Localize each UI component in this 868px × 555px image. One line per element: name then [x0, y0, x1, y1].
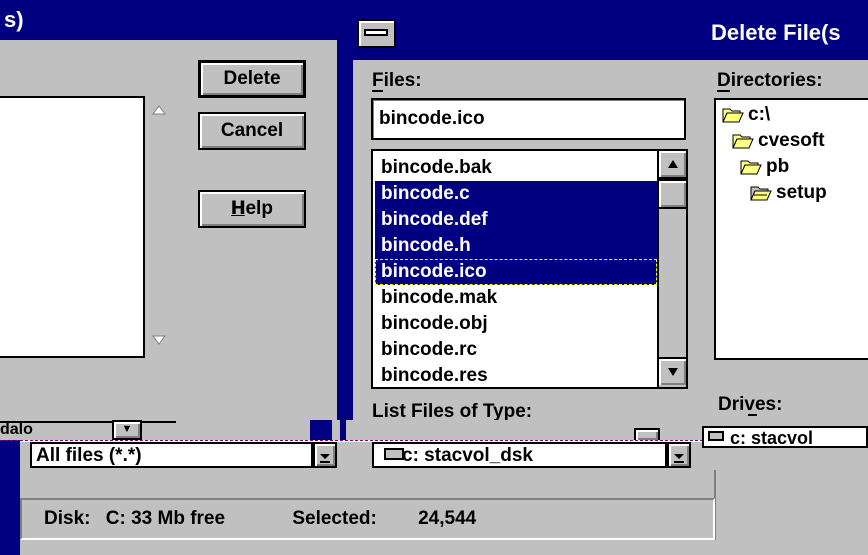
file-item[interactable]: bincode.rc: [379, 337, 657, 363]
open-folder-icon: [732, 134, 754, 149]
drives-combo[interactable]: c: stacvol: [702, 426, 868, 448]
file-item[interactable]: bincode.h: [375, 233, 657, 259]
file-item[interactable]: bincode.c: [375, 181, 657, 207]
left-dialog-title: s): [4, 7, 24, 32]
file-item[interactable]: bincode.def: [375, 207, 657, 233]
chevron-down-icon: [674, 454, 684, 463]
files-filename-input[interactable]: bincode.ico: [371, 98, 686, 140]
left-dialog-title-bar: s): [0, 0, 337, 40]
left-list-scrollbar[interactable]: [143, 96, 174, 358]
scroll-down-icon[interactable]: [659, 357, 686, 385]
left-window-edge: [310, 420, 332, 440]
drive-icon: [384, 448, 404, 460]
system-menu-icon: [364, 29, 388, 36]
disk-label: Disk:: [44, 508, 91, 529]
scroll-up-icon[interactable]: [145, 96, 172, 123]
files-list-scrollbar[interactable]: [657, 151, 686, 387]
dialog-title: Delete File(s: [711, 20, 841, 45]
directories-label: Directories:: [717, 70, 823, 91]
file-item[interactable]: bincode.obj: [379, 311, 657, 337]
file-type-dropdown-button[interactable]: [313, 442, 337, 468]
drives-label: Drives:: [718, 394, 783, 415]
open-folder-current-icon: [750, 186, 772, 201]
scroll-up-icon[interactable]: [659, 151, 686, 179]
directory-label: setup: [776, 182, 827, 203]
delete-files-title-bar: Delete File(s: [353, 6, 868, 60]
scroll-down-icon[interactable]: [145, 326, 172, 353]
help-button[interactable]: HHelp: [198, 190, 306, 228]
file-item[interactable]: bincode.mak: [379, 285, 657, 311]
drives-label-underline: [748, 414, 757, 416]
directory-item[interactable]: cvesoft: [732, 128, 825, 154]
file-item[interactable]: bincode.res: [379, 363, 657, 387]
directory-item[interactable]: pb: [740, 154, 789, 180]
scroll-thumb[interactable]: [659, 179, 686, 209]
drive-combo[interactable]: c: stacvol_dsk: [372, 442, 667, 468]
left-partial-label: dalo: [0, 421, 33, 438]
help-button-label: Help: [231, 198, 273, 219]
left-combo-arrow-icon[interactable]: ▼: [112, 420, 142, 440]
directory-item[interactable]: c:\: [722, 102, 770, 128]
directory-label: cvesoft: [758, 130, 825, 151]
disk-value: C: 33 Mb free: [105, 508, 226, 529]
directory-label: c:\: [748, 104, 771, 125]
files-list[interactable]: bincode.bak bincode.c bincode.def bincod…: [371, 149, 688, 389]
drive-icon: [708, 431, 724, 441]
delete-button[interactable]: Delete: [198, 60, 306, 98]
open-folder-icon: [722, 108, 744, 123]
dialog-separator: [340, 420, 346, 440]
drive-dropdown-button[interactable]: [667, 442, 691, 468]
chevron-down-icon: [320, 454, 330, 463]
selected-value: 24,544: [418, 508, 477, 529]
files-label-underline: [372, 90, 383, 92]
directory-item[interactable]: setup: [750, 180, 827, 206]
cancel-button[interactable]: Cancel: [198, 112, 306, 150]
status-bar: Disk: C: 33 Mb free Selected: 24,544: [20, 498, 715, 540]
files-label: Files:: [372, 70, 422, 91]
directories-label-underline: [717, 90, 730, 92]
drive-combo-value: c: stacvol_dsk: [402, 445, 533, 466]
drives-combo-value: c: stacvol: [730, 428, 814, 448]
directories-list[interactable]: c:\ cvesoft pb setup: [714, 98, 868, 360]
file-type-combo[interactable]: All files (*.*): [30, 442, 313, 468]
file-item[interactable]: bincode.ico: [375, 259, 657, 285]
directory-label: pb: [766, 156, 790, 177]
open-folder-icon: [740, 160, 762, 175]
file-item[interactable]: bincode.bak: [379, 155, 657, 181]
selected-label: Selected:: [292, 508, 377, 529]
